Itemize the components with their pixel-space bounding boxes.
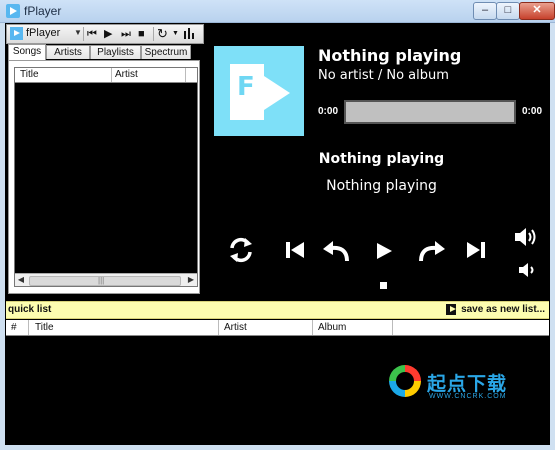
next-icon[interactable]: ⏭ [121, 26, 131, 42]
previous-icon[interactable]: ⏮ [87, 26, 97, 42]
minimize-button[interactable]: – [473, 2, 497, 20]
column-artist[interactable]: Artist [224, 322, 247, 333]
song-list[interactable]: Title Artist ◀ ||| ▶ [14, 67, 198, 287]
repeat-icon[interactable]: ↻ [157, 26, 168, 42]
close-button[interactable]: ✕ [519, 2, 555, 20]
save-list-icon [446, 304, 457, 315]
quick-list-bar: quick list save as new list... [6, 301, 549, 319]
play-icon[interactable]: ▶ [104, 26, 112, 42]
column-album[interactable]: Album [318, 322, 346, 333]
column-title[interactable]: Title [35, 322, 54, 333]
toolbar-divider [153, 27, 154, 41]
scroll-left-icon[interactable]: ◀ [15, 274, 27, 286]
now-playing-subtitle: No artist / No album [318, 68, 449, 83]
scroll-right-icon[interactable]: ▶ [185, 274, 197, 286]
tab-playlists[interactable]: Playlists [90, 45, 141, 59]
forward-icon[interactable] [418, 240, 446, 262]
center-subtitle: Nothing playing [326, 178, 437, 194]
tab-songs[interactable]: Songs [8, 44, 46, 60]
column-divider[interactable] [185, 68, 186, 82]
watermark-logo-icon [389, 365, 421, 397]
column-title[interactable]: Title [20, 69, 39, 80]
next-icon[interactable] [466, 241, 486, 259]
toolbar-divider [83, 27, 84, 41]
equalizer-icon[interactable] [183, 26, 197, 45]
play-icon[interactable] [375, 242, 393, 260]
horizontal-scrollbar[interactable]: ◀ ||| ▶ [15, 273, 197, 286]
watermark-text: 起点下载 [427, 373, 508, 395]
stop-icon[interactable]: ■ [138, 26, 145, 42]
app-icon [6, 4, 20, 18]
volume-down-icon[interactable] [518, 261, 538, 279]
column-divider[interactable] [28, 320, 29, 335]
tab-artists[interactable]: Artists [46, 45, 90, 59]
column-divider[interactable] [312, 320, 313, 335]
now-playing-title: Nothing playing [318, 46, 462, 65]
album-art-play-icon [264, 76, 290, 110]
chevron-down-icon[interactable]: ▼ [172, 26, 179, 42]
seek-bar[interactable] [344, 100, 516, 124]
library-panel: Title Artist ◀ ||| ▶ [8, 60, 200, 294]
repeat-icon[interactable] [228, 236, 254, 264]
app-menu-button[interactable]: fPlayer [26, 27, 60, 39]
center-title: Nothing playing [318, 151, 445, 167]
watermark: 起点下载 WWW.CNCRK.COM [389, 365, 549, 405]
previous-icon[interactable] [285, 241, 305, 259]
album-art: F [214, 46, 304, 136]
column-number[interactable]: # [11, 322, 17, 333]
save-as-new-list-button[interactable]: save as new list... [446, 304, 545, 315]
tab-spectrum[interactable]: Spectrum [141, 45, 191, 59]
rewind-icon[interactable] [322, 240, 350, 262]
save-as-new-list-label: save as new list... [461, 304, 545, 315]
column-divider[interactable] [392, 320, 393, 335]
quick-list-title: quick list [8, 304, 52, 315]
scrollbar-thumb[interactable]: ||| [29, 276, 181, 286]
column-artist[interactable]: Artist [115, 69, 138, 80]
quick-list-header: # Title Artist Album [6, 320, 549, 336]
song-list-header: Title Artist [15, 68, 197, 83]
album-art-logo: F [237, 72, 255, 102]
column-divider[interactable] [111, 68, 112, 82]
scroll-grip: ||| [98, 276, 105, 285]
watermark-url: WWW.CNCRK.COM [429, 393, 507, 400]
app-logo-icon [10, 27, 23, 40]
column-divider[interactable] [218, 320, 219, 335]
chevron-down-icon[interactable]: ▼ [74, 28, 82, 37]
volume-up-icon[interactable] [514, 226, 542, 248]
total-time: 0:00 [522, 106, 543, 117]
stop-icon[interactable] [380, 282, 387, 289]
elapsed-time: 0:00 [318, 106, 339, 117]
toolbar: fPlayer ▼ ⏮ ▶ ⏭ ■ ↻ ▼ [6, 24, 204, 44]
maximize-button[interactable]: □ [496, 2, 520, 20]
window-title: fPlayer [24, 4, 62, 18]
window-titlebar[interactable]: fPlayer – □ ✕ [0, 0, 555, 23]
